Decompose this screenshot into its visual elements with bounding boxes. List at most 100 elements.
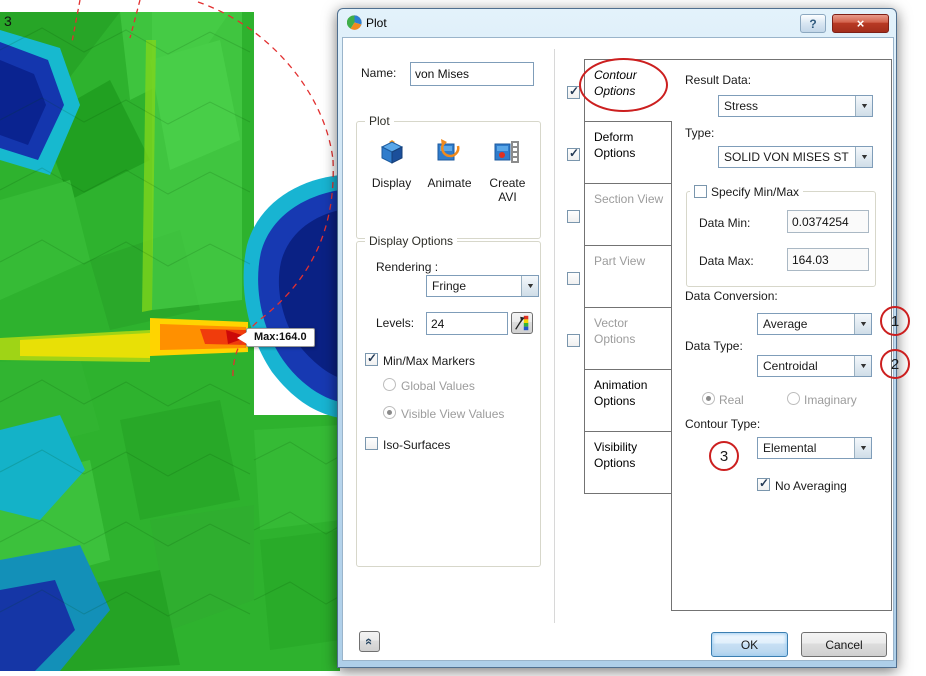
real-radio: [702, 392, 715, 405]
display-options-caption: Display Options: [365, 234, 458, 248]
data-min-label: Data Min:: [699, 216, 751, 230]
annotation-number: 1: [890, 312, 900, 330]
close-button[interactable]: ×: [832, 14, 889, 33]
global-values-label: Global Values: [401, 379, 475, 393]
global-values-radio: [383, 378, 396, 391]
name-label: Name:: [361, 66, 397, 80]
specify-minmax-group: Specify Min/Max Data Min: Data Max:: [686, 183, 876, 287]
contour-levels-button[interactable]: [511, 312, 533, 334]
rendering-select[interactable]: Fringe ▼: [426, 275, 539, 297]
data-conversion-selected-value: Average: [763, 317, 808, 331]
annotation-circle-2: 2: [880, 349, 910, 379]
chevron-down-icon: ▼: [854, 356, 871, 376]
contour-options-panel: Result Data: Stress ▼ Type: SOLID VON MI…: [671, 59, 892, 611]
plot-toolbar: Display Animate Create AVI: [363, 138, 536, 204]
iso-surfaces-checkbox[interactable]: [365, 437, 378, 450]
tab-vector-options[interactable]: Vector Options: [584, 307, 672, 370]
no-averaging-label: No Averaging: [775, 479, 847, 493]
data-min-input[interactable]: [787, 210, 869, 233]
contour-type-select[interactable]: Elemental ▼: [757, 437, 872, 459]
data-type-label: Data Type:: [685, 339, 743, 353]
data-type-select[interactable]: Centroidal ▼: [757, 355, 872, 377]
result-data-label: Result Data:: [685, 73, 752, 87]
vector-options-checkbox[interactable]: [567, 334, 580, 347]
tab-part-view[interactable]: Part View: [584, 245, 672, 308]
chevron-down-icon: ▼: [854, 438, 871, 458]
dialog-title: Plot: [366, 16, 387, 30]
display-button-label: Display: [371, 176, 412, 190]
display-button[interactable]: Display: [363, 138, 420, 204]
ok-button[interactable]: OK: [711, 632, 788, 657]
annotation-circle-1: 1: [880, 306, 910, 336]
type-selected-value: SOLID VON MISES ST: [724, 150, 849, 164]
rendering-selected-value: Fringe: [432, 279, 467, 293]
result-data-select[interactable]: Stress ▼: [718, 95, 873, 117]
annotation-number: 3: [719, 447, 729, 465]
tab-section-view[interactable]: Section View: [584, 183, 672, 246]
max-marker-text: Max:164.0: [254, 331, 307, 343]
chevron-down-icon: ▼: [855, 96, 872, 116]
annotation-number: 2: [890, 355, 900, 373]
contour-options-annotation-ellipse: [579, 58, 668, 112]
real-label: Real: [719, 393, 744, 407]
minmax-markers-label: Min/Max Markers: [383, 354, 476, 368]
levels-input[interactable]: [426, 312, 508, 335]
check-icon: ✓: [569, 84, 580, 98]
animate-button[interactable]: Animate: [421, 138, 478, 204]
contour-type-selected-value: Elemental: [763, 441, 817, 455]
data-max-input[interactable]: [787, 248, 869, 271]
part-view-checkbox[interactable]: [567, 272, 580, 285]
check-icon: ✓: [569, 146, 580, 160]
create-avi-button[interactable]: Create AVI: [479, 138, 536, 204]
contour-options-checkbox[interactable]: ✓: [567, 84, 580, 99]
specify-minmax-label: Specify Min/Max: [711, 184, 800, 199]
tab-animation-options[interactable]: Animation Options: [584, 369, 672, 432]
check-icon: ✓: [367, 351, 378, 365]
panel-separator: [554, 49, 556, 623]
help-button[interactable]: ?: [800, 14, 826, 33]
visible-view-values-radio: [383, 406, 396, 419]
deform-options-checkbox[interactable]: ✓: [567, 146, 580, 161]
type-select[interactable]: SOLID VON MISES ST ▼: [718, 146, 873, 168]
minmax-markers-checkbox[interactable]: ✓: [365, 351, 378, 366]
view-number-label: 3: [4, 13, 12, 29]
plot-app-icon: [347, 15, 362, 30]
section-view-checkbox[interactable]: [567, 210, 580, 223]
animate-plot-icon: [437, 139, 460, 161]
no-averaging-checkbox[interactable]: ✓: [757, 476, 770, 491]
plot-group-caption: Plot: [365, 114, 394, 128]
specify-minmax-caption: Specify Min/Max: [690, 183, 804, 200]
tab-deform-options[interactable]: Deform Options: [584, 121, 672, 184]
contour-type-label: Contour Type:: [685, 417, 761, 431]
create-avi-icon: [494, 141, 520, 163]
rendering-label: Rendering :: [376, 260, 439, 274]
animate-button-label: Animate: [427, 176, 472, 190]
max-marker-pointer-icon: [237, 332, 247, 344]
levels-label: Levels:: [376, 316, 415, 330]
dialog-titlebar[interactable]: Plot ? ×: [338, 9, 896, 37]
data-conversion-select[interactable]: Average ▼: [757, 313, 872, 335]
display-options-group: Display Options Rendering : Fringe ▼ Lev…: [356, 234, 541, 567]
tab-visibility-options[interactable]: Visibility Options: [584, 431, 672, 494]
type-label: Type:: [685, 126, 715, 140]
chevron-down-icon: ▼: [521, 276, 538, 296]
imaginary-radio: [787, 392, 800, 405]
specify-minmax-checkbox[interactable]: [694, 185, 707, 198]
create-avi-button-label: Create AVI: [489, 176, 526, 204]
data-type-selected-value: Centroidal: [763, 359, 818, 373]
display-plot-icon: [380, 140, 403, 164]
imaginary-label: Imaginary: [804, 393, 857, 407]
collapse-chevrons-icon: «: [361, 637, 377, 646]
cancel-button[interactable]: Cancel: [801, 632, 887, 657]
annotation-circle-3: 3: [709, 441, 739, 471]
result-data-selected-value: Stress: [724, 99, 759, 113]
plot-name-input[interactable]: [410, 62, 534, 86]
iso-surfaces-label: Iso-Surfaces: [383, 438, 451, 452]
chevron-down-icon: ▼: [854, 314, 871, 334]
visible-view-values-label: Visible View Values: [401, 407, 505, 421]
max-marker-callout: Max:164.0: [237, 328, 315, 347]
check-icon: ✓: [759, 476, 770, 490]
collapse-dialog-button[interactable]: «: [359, 631, 380, 652]
chevron-down-icon: ▼: [855, 147, 872, 167]
plot-group: Plot Display Animate Create AVI: [356, 114, 541, 239]
